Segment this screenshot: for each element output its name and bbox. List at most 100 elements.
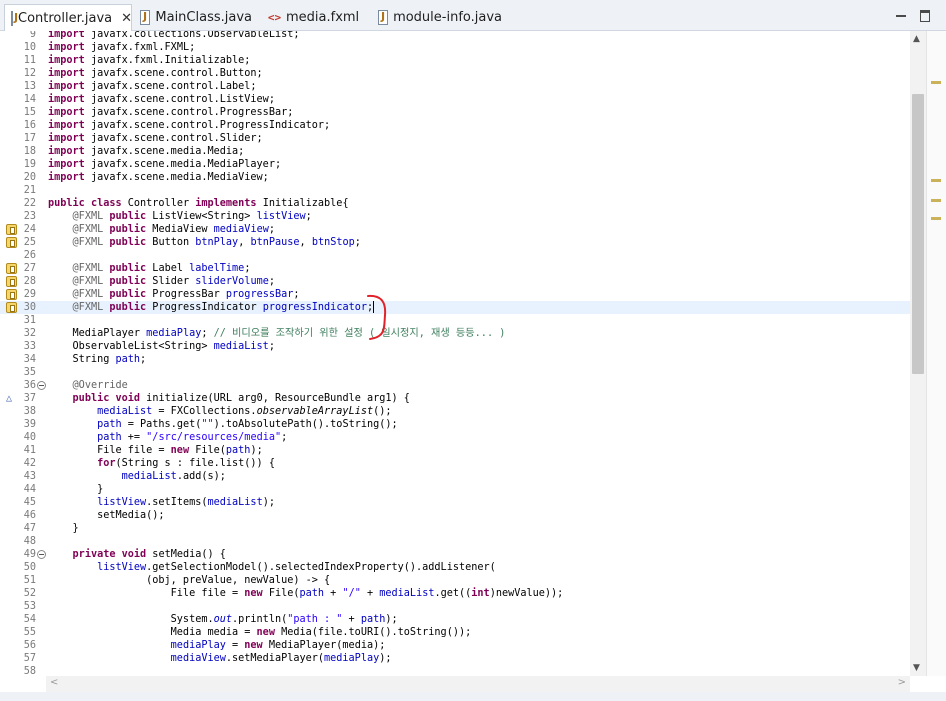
code-editor[interactable]: 9 import javafx.collections.ObservableLis… [0, 31, 910, 676]
code-line[interactable]: 51 (obj, preValue, newValue) -> { [0, 574, 910, 587]
warning-marker-icon[interactable] [6, 237, 17, 248]
code-text: listView.getSelectionModel().selectedInd… [97, 562, 496, 573]
code-line[interactable]: 58 [0, 665, 910, 676]
code-line[interactable]: 54 System.out.println("path : " + path); [0, 613, 910, 626]
code-text: import javafx.collections.ObservableList… [48, 31, 300, 40]
code-line[interactable]: 28 @FXML public Slider sliderVolume; [0, 275, 910, 288]
maximize-icon[interactable] [916, 6, 934, 24]
code-line[interactable]: 30 @FXML public ProgressIndicator progre… [0, 301, 910, 314]
code-line[interactable]: 43 mediaList.add(s); [0, 470, 910, 483]
code-line[interactable]: 10 import javafx.fxml.FXML; [0, 41, 910, 54]
code-line[interactable]: 37 public void initialize(URL arg0, Reso… [0, 392, 910, 405]
tab-controller-java[interactable]: Controller.java ✕ [4, 4, 132, 31]
code-line[interactable]: 31 [0, 314, 910, 327]
line-number: 31 [23, 315, 36, 326]
fold-toggle-icon[interactable] [37, 550, 46, 559]
code-line[interactable]: 12 import javafx.scene.control.Button; [0, 67, 910, 80]
code-line[interactable]: 36 @Override [0, 379, 910, 392]
warning-marker-icon[interactable] [6, 276, 17, 287]
code-text: import javafx.fxml.FXML; [48, 42, 196, 53]
warning-marker-icon[interactable] [6, 263, 17, 274]
tab-label: Controller.java [18, 10, 113, 26]
code-line[interactable]: 42 for(String s : file.list()) { [0, 457, 910, 470]
code-line[interactable]: 32 MediaPlayer mediaPlay; // 비디오를 조작하기 위… [0, 327, 910, 340]
warning-marker-icon[interactable] [6, 224, 17, 235]
code-line[interactable]: 40 path += "/src/resources/media"; [0, 431, 910, 444]
horizontal-scrollbar[interactable]: < > [46, 676, 910, 692]
overview-ruler[interactable] [926, 31, 946, 676]
tab-module-info-java[interactable]: module-info.java [372, 4, 502, 30]
code-line[interactable]: 41 File file = new File(path); [0, 444, 910, 457]
code-line[interactable]: 52 File file = new File(path + "/" + med… [0, 587, 910, 600]
line-number: 51 [23, 575, 36, 586]
warning-marker-icon[interactable] [6, 289, 17, 300]
close-icon[interactable]: ✕ [121, 11, 132, 26]
fold-toggle-icon[interactable] [37, 381, 46, 390]
code-line[interactable]: 27 @FXML public Label labelTime; [0, 262, 910, 275]
scroll-down-icon[interactable]: ▼ [913, 663, 920, 673]
tab-mainclass-java[interactable]: MainClass.java [134, 4, 252, 30]
code-line[interactable]: 14 import javafx.scene.control.ListView; [0, 93, 910, 106]
vertical-scrollbar[interactable]: ▲ ▼ [910, 31, 926, 676]
line-number: 14 [23, 94, 36, 105]
code-text: @FXML public Slider sliderVolume; [72, 276, 275, 287]
code-line[interactable]: 50 listView.getSelectionModel().selected… [0, 561, 910, 574]
code-line[interactable]: 11 import javafx.fxml.Initializable; [0, 54, 910, 67]
line-number: 13 [23, 81, 36, 92]
code-text: String path; [48, 354, 147, 365]
code-line[interactable]: 47 } [0, 522, 910, 535]
code-line[interactable]: 18 import javafx.scene.media.Media; [0, 145, 910, 158]
code-text: private void setMedia() { [72, 549, 226, 560]
code-line[interactable]: 13 import javafx.scene.control.Label; [0, 80, 910, 93]
scrollbar-thumb[interactable] [912, 94, 924, 374]
code-line[interactable]: 53 [0, 600, 910, 613]
code-line[interactable]: 21 [0, 184, 910, 197]
code-line[interactable]: 35 [0, 366, 910, 379]
code-line[interactable]: 25 @FXML public Button btnPlay, btnPause… [0, 236, 910, 249]
warning-overview-marker[interactable] [931, 179, 941, 182]
code-line[interactable]: 48 [0, 535, 910, 548]
code-line[interactable]: 57 mediaView.setMediaPlayer(mediaPlay); [0, 652, 910, 665]
code-line[interactable]: 56 mediaPlay = new MediaPlayer(media); [0, 639, 910, 652]
warning-marker-icon[interactable] [6, 302, 17, 313]
code-text: File file = new File(path + "/" + mediaL… [48, 588, 564, 599]
code-line[interactable]: 46 setMedia(); [0, 509, 910, 522]
warning-overview-marker[interactable] [931, 199, 941, 202]
line-number: 17 [23, 133, 36, 144]
code-line[interactable]: 16 import javafx.scene.control.ProgressIn… [0, 119, 910, 132]
code-line[interactable]: 22 public class Controller implements Ini… [0, 197, 910, 210]
override-marker-icon[interactable] [6, 392, 17, 405]
warning-overview-marker[interactable] [931, 217, 941, 220]
line-number: 53 [23, 601, 36, 612]
code-line[interactable]: 33 ObservableList<String> mediaList; [0, 340, 910, 353]
code-line[interactable]: 55 Media media = new Media(file.toURI().… [0, 626, 910, 639]
scroll-right-icon[interactable]: > [898, 677, 906, 688]
code-text: @FXML public Label labelTime; [72, 263, 251, 274]
code-line[interactable]: 49 private void setMedia() { [0, 548, 910, 561]
code-line[interactable]: 20 import javafx.scene.media.MediaView; [0, 171, 910, 184]
code-line[interactable]: 34 String path; [0, 353, 910, 366]
line-number: 35 [23, 367, 36, 378]
code-line[interactable]: 39 path = Paths.get("").toAbsolutePath()… [0, 418, 910, 431]
scroll-left-icon[interactable]: < [50, 677, 58, 688]
scroll-up-icon[interactable]: ▲ [913, 34, 920, 44]
code-line[interactable]: 9 import javafx.collections.ObservableLis… [0, 31, 910, 41]
code-line[interactable]: 23 @FXML public ListView<String> listVie… [0, 210, 910, 223]
code-line[interactable]: 29 @FXML public ProgressBar progressBar; [0, 288, 910, 301]
line-number: 49 [23, 549, 36, 560]
code-line[interactable]: 26 [0, 249, 910, 262]
code-line[interactable]: 19 import javafx.scene.media.MediaPlayer; [0, 158, 910, 171]
code-line[interactable]: 17 import javafx.scene.control.Slider; [0, 132, 910, 145]
tab-media-fxml[interactable]: <> media.fxml [262, 4, 362, 30]
line-number: 10 [23, 42, 36, 53]
warning-overview-marker[interactable] [931, 81, 941, 84]
code-line[interactable]: 15 import javafx.scene.control.ProgressBa… [0, 106, 910, 119]
line-number: 44 [23, 484, 36, 495]
code-line[interactable]: 45 listView.setItems(mediaList); [0, 496, 910, 509]
code-line[interactable]: 44 } [0, 483, 910, 496]
code-line[interactable]: 24 @FXML public MediaView mediaView; [0, 223, 910, 236]
code-text: path = Paths.get("").toAbsolutePath().to… [97, 419, 398, 430]
code-line[interactable]: 38 mediaList = FXCollections.observableA… [0, 405, 910, 418]
code-text: @FXML public MediaView mediaView; [72, 224, 275, 235]
minimize-icon[interactable] [892, 6, 910, 24]
